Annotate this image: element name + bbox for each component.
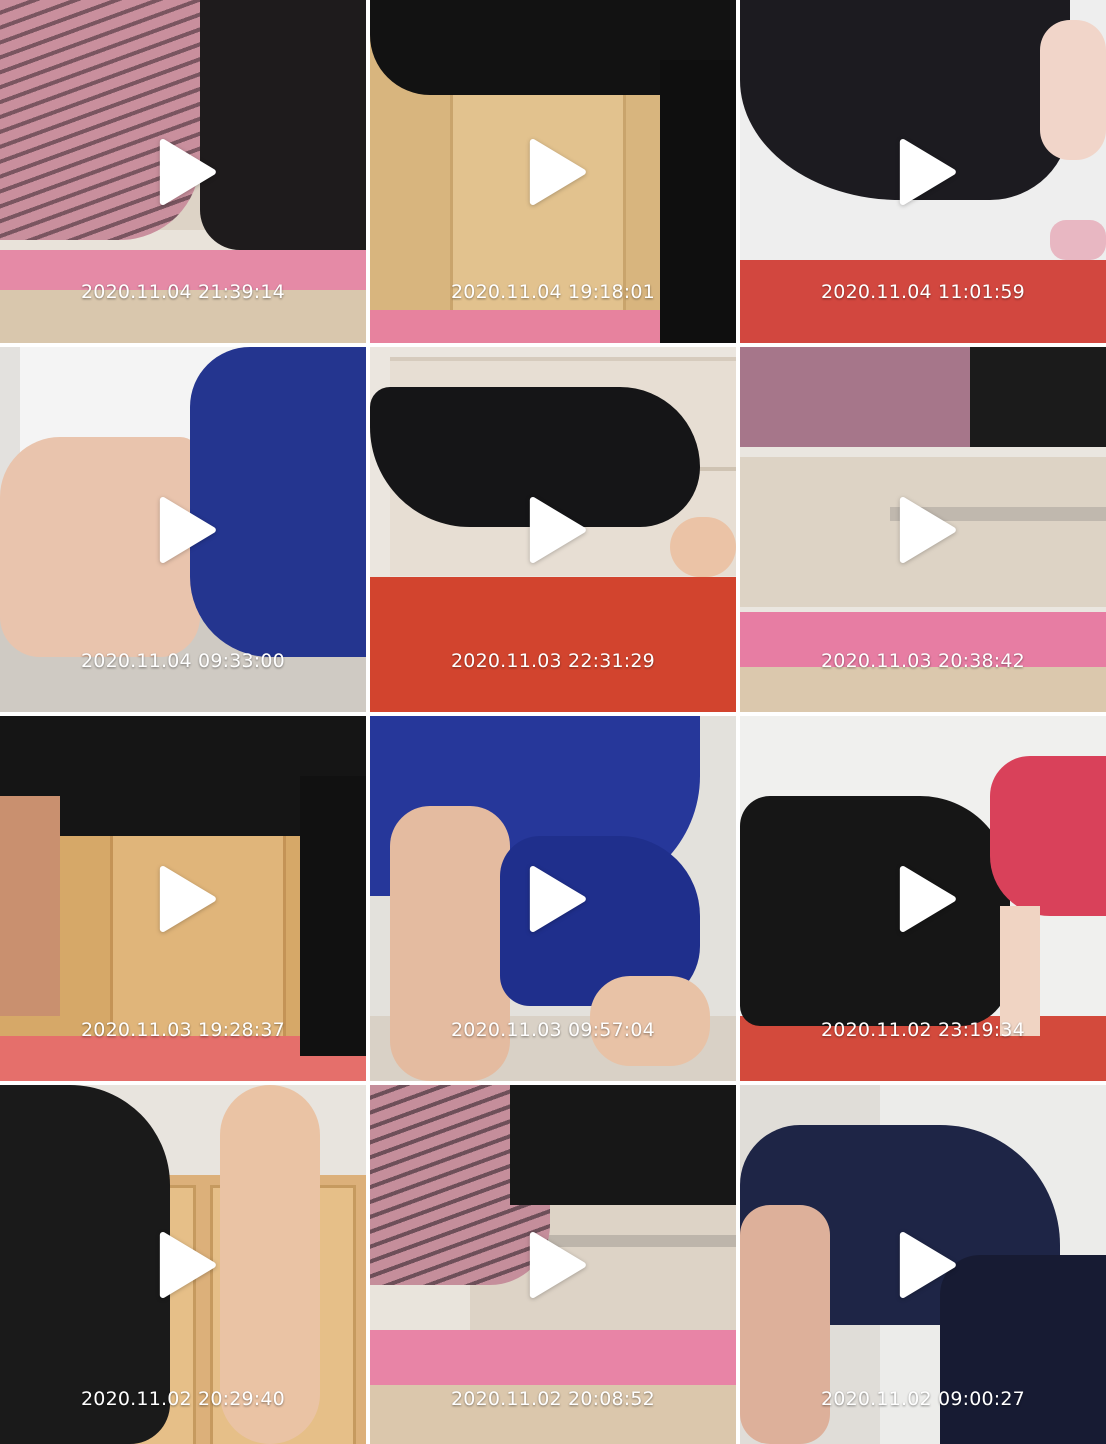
video-thumbnail[interactable]: 2020.11.03 09:57:04	[370, 716, 736, 1081]
play-icon	[155, 1231, 219, 1299]
video-timestamp: 2020.11.03 20:38:42	[821, 650, 1025, 672]
video-timestamp: 2020.11.04 09:33:00	[81, 650, 285, 672]
play-icon	[895, 865, 959, 933]
video-timestamp: 2020.11.03 09:57:04	[451, 1019, 655, 1041]
video-thumbnail[interactable]: 2020.11.02 20:08:52	[370, 1085, 736, 1444]
video-thumbnail[interactable]: 2020.11.03 19:28:37	[0, 716, 366, 1081]
video-timestamp: 2020.11.02 20:08:52	[451, 1388, 655, 1410]
play-icon	[155, 496, 219, 564]
video-timestamp: 2020.11.03 19:28:37	[81, 1019, 285, 1041]
video-thumbnail[interactable]: 2020.11.02 09:00:27	[740, 1085, 1106, 1444]
video-thumbnail[interactable]: 2020.11.04 09:33:00	[0, 347, 366, 712]
play-icon	[525, 865, 589, 933]
video-timestamp: 2020.11.02 09:00:27	[821, 1388, 1025, 1410]
video-thumbnail[interactable]: 2020.11.04 11:01:59	[740, 0, 1106, 343]
play-icon	[895, 1231, 959, 1299]
video-timestamp: 2020.11.03 22:31:29	[451, 650, 655, 672]
video-thumbnail[interactable]: 2020.11.04 19:18:01	[370, 0, 736, 343]
video-timestamp: 2020.11.04 21:39:14	[81, 281, 285, 303]
video-timestamp: 2020.11.02 23:19:34	[821, 1019, 1025, 1041]
video-timestamp: 2020.11.02 20:29:40	[81, 1388, 285, 1410]
video-thumbnail[interactable]: 2020.11.03 22:31:29	[370, 347, 736, 712]
play-icon	[155, 138, 219, 206]
video-thumbnail[interactable]: 2020.11.02 23:19:34	[740, 716, 1106, 1081]
play-icon	[155, 865, 219, 933]
video-timestamp: 2020.11.04 11:01:59	[821, 281, 1025, 303]
video-thumbnail[interactable]: 2020.11.03 20:38:42	[740, 347, 1106, 712]
play-icon	[525, 496, 589, 564]
video-timestamp: 2020.11.04 19:18:01	[451, 281, 655, 303]
video-grid: 2020.11.04 21:39:14 2020.11.04 19:18:01 …	[0, 0, 1106, 1444]
play-icon	[525, 138, 589, 206]
play-icon	[895, 496, 959, 564]
play-icon	[525, 1231, 589, 1299]
play-icon	[895, 138, 959, 206]
video-thumbnail[interactable]: 2020.11.02 20:29:40	[0, 1085, 366, 1444]
video-thumbnail[interactable]: 2020.11.04 21:39:14	[0, 0, 366, 343]
